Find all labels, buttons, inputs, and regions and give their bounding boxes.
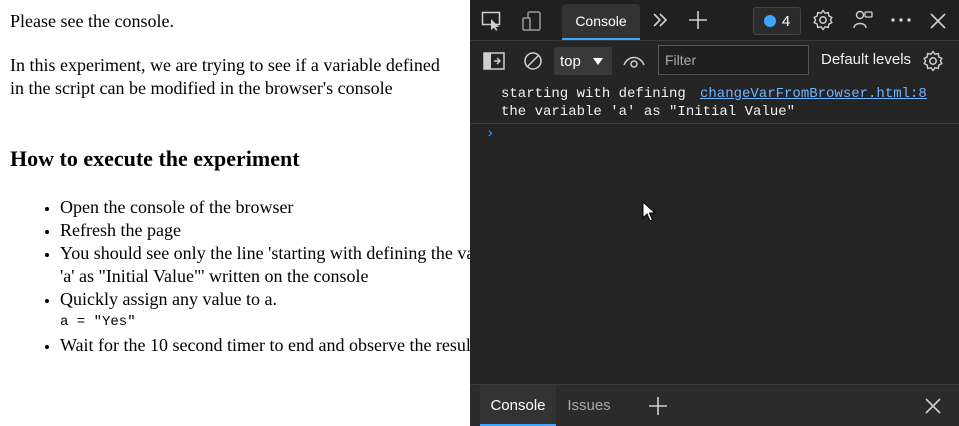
sidebar-toggle-icon[interactable] — [482, 49, 506, 73]
list-item: You should see only the line 'starting w… — [60, 242, 520, 288]
context-selector[interactable]: top — [554, 47, 612, 75]
message-icon — [763, 15, 776, 27]
drawer-tab-issues[interactable]: Issues — [562, 385, 616, 426]
devtools-tabbar: Console 4 — [470, 0, 959, 40]
list-item: Quickly assign any value to a. a = "Yes" — [60, 288, 520, 334]
inspect-icon[interactable] — [480, 9, 504, 33]
close-icon[interactable] — [926, 9, 950, 33]
add-drawer-tab-icon[interactable] — [646, 394, 670, 418]
devtools-panel: Console 4 top Filter Default levels star… — [470, 0, 959, 426]
description-text: In this experiment, we are trying to see… — [10, 55, 440, 98]
add-tab-icon[interactable] — [686, 8, 710, 32]
console-output[interactable]: starting with defining the variable 'a' … — [470, 81, 959, 384]
close-drawer-icon[interactable] — [921, 394, 945, 418]
console-settings-icon[interactable] — [921, 49, 945, 73]
steps-list: Open the console of the browser Refresh … — [0, 196, 520, 357]
tab-console[interactable]: Console — [562, 4, 640, 40]
list-item: Wait for the 10 second timer to end and … — [60, 334, 520, 357]
console-message-source-link[interactable]: changeVarFromBrowser.html:8 — [700, 85, 927, 103]
code-snippet: a = "Yes" — [60, 314, 136, 330]
log-levels-dropdown[interactable]: Default levels — [821, 51, 911, 68]
live-expression-icon[interactable] — [622, 49, 646, 73]
web-page: Please see the console. In this experime… — [0, 0, 515, 425]
console-prompt-icon[interactable]: › — [486, 126, 494, 142]
messages-badge[interactable]: 4 — [753, 7, 801, 35]
list-item-text: Quickly assign any value to a. — [60, 289, 277, 309]
context-selector-value: top — [560, 52, 581, 70]
clear-console-icon[interactable] — [521, 49, 545, 73]
drawer-tab-console[interactable]: Console — [480, 385, 556, 426]
mouse-cursor-icon — [642, 201, 656, 222]
list-item: Refresh the page — [60, 219, 520, 242]
settings-icon[interactable] — [811, 8, 835, 32]
device-toolbar-icon[interactable] — [520, 9, 544, 33]
intro-text: Please see the console. — [10, 11, 174, 31]
chevron-down-icon — [592, 57, 603, 65]
badge-count: 4 — [781, 12, 791, 30]
more-tabs-icon[interactable] — [648, 8, 672, 32]
customize-icon[interactable] — [851, 8, 875, 32]
list-item: Open the console of the browser — [60, 196, 520, 219]
more-options-icon[interactable] — [889, 8, 913, 32]
drawer-tabbar: Console Issues — [470, 384, 959, 426]
console-toolbar: top Default levels — [470, 40, 959, 81]
section-heading: How to execute the experiment — [10, 146, 300, 171]
filter-input[interactable] — [658, 45, 809, 75]
console-message: starting with defining the variable 'a' … — [470, 81, 959, 124]
console-message-text: starting with defining the variable 'a' … — [501, 86, 796, 120]
